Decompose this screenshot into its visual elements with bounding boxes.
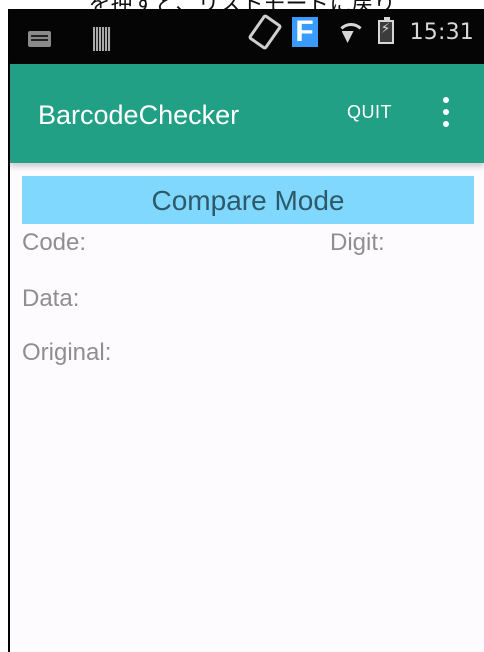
menu-dot-icon [443,109,449,115]
phone-screen: F 15:31 BarcodeChecker QUIT Compare Mode… [8,9,484,652]
data-label: Data: [22,285,80,312]
status-time: 15:31 [409,19,474,45]
rotate-icon [246,13,283,51]
menu-dot-icon [443,97,449,103]
digit-label: Digit: [330,229,385,256]
keyboard-icon [28,31,51,47]
menu-dot-icon [443,121,449,127]
compare-mode-banner: Compare Mode [22,176,474,224]
barcode-icon [93,27,111,51]
original-label: Original: [22,339,112,366]
app-toolbar: BarcodeChecker QUIT [10,64,484,163]
more-vertical-icon[interactable] [440,97,452,131]
code-label: Code: [22,229,87,256]
status-bar: F 15:31 [10,9,484,64]
status-right-icons: F 15:31 [246,13,474,51]
status-left-icons [28,27,111,51]
main-content: Compare Mode Code: Digit: Data: Original… [10,163,484,652]
quit-button[interactable]: QUIT [347,102,392,123]
battery-icon [377,17,394,44]
f-icon: F [291,17,318,47]
app-title: BarcodeChecker [38,100,240,130]
wifi-icon [334,21,366,43]
